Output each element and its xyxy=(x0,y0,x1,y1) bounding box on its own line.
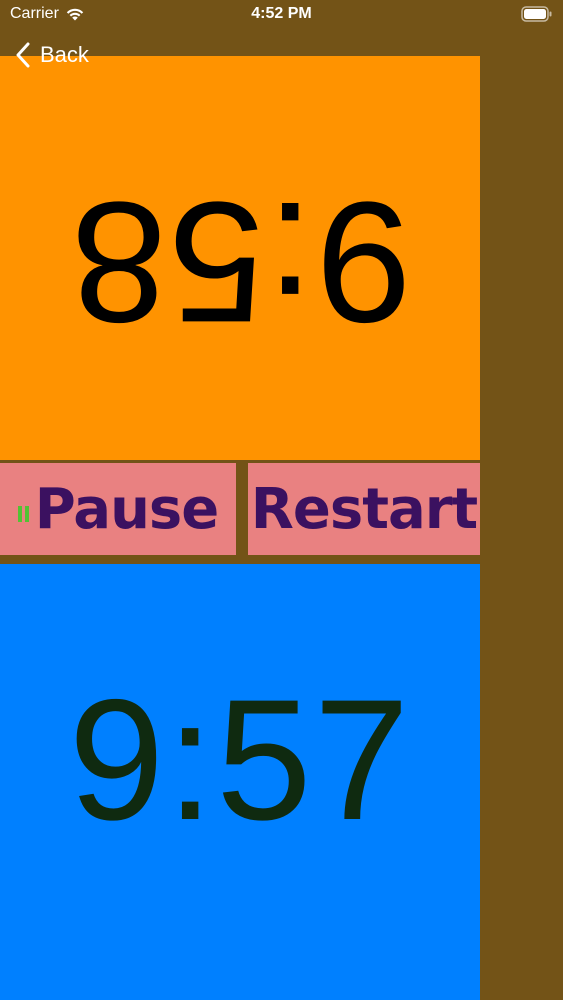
top-player-time: 9:58 xyxy=(68,166,412,358)
pause-button[interactable]: Pause xyxy=(0,463,236,555)
bottom-player-time: 9:57 xyxy=(68,664,412,856)
bottom-player-timer-panel[interactable]: 9:57 xyxy=(0,564,480,1000)
pause-label: Pause xyxy=(34,476,220,542)
back-button[interactable]: Back xyxy=(16,42,89,68)
status-time: 4:52 PM xyxy=(251,5,312,22)
back-label: Back xyxy=(40,42,89,67)
chevron-left-icon xyxy=(16,42,30,68)
status-bar: Carrier 4:52 PM xyxy=(0,0,563,30)
pause-indicator-icon xyxy=(17,506,29,522)
chess-clock-screen: Carrier 4:52 PM Back 9:58 Pause Restart … xyxy=(0,0,563,1000)
battery-icon xyxy=(521,6,552,22)
restart-label: Restart xyxy=(250,476,478,542)
restart-button[interactable]: Restart xyxy=(248,463,480,555)
top-player-timer-panel[interactable]: 9:58 xyxy=(0,56,480,460)
